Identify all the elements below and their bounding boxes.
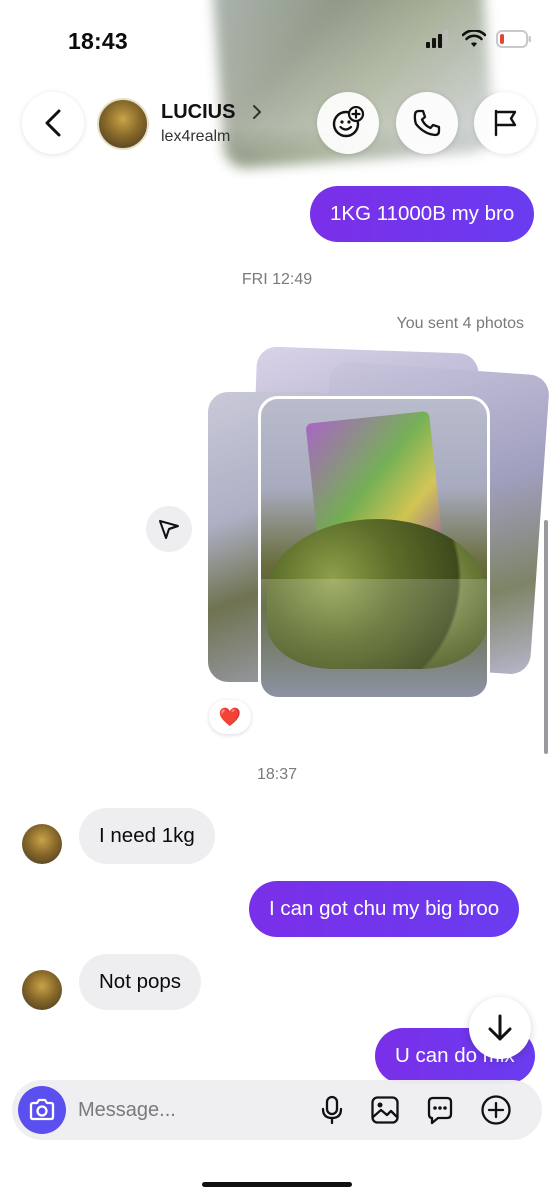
battery-icon bbox=[496, 30, 531, 48]
contact-avatar[interactable] bbox=[97, 98, 149, 150]
share-button[interactable] bbox=[146, 506, 192, 552]
phone-icon bbox=[413, 109, 441, 137]
message-bubble-received[interactable]: Not pops bbox=[79, 954, 202, 1010]
photos-note: You sent 4 photos bbox=[396, 315, 524, 332]
status-time: 18:43 bbox=[68, 28, 128, 54]
image-icon bbox=[371, 1096, 399, 1124]
home-indicator bbox=[202, 1182, 352, 1187]
microphone-icon bbox=[321, 1095, 343, 1125]
heart-reaction[interactable]: ❤️ bbox=[209, 700, 251, 734]
sender-avatar[interactable] bbox=[22, 824, 62, 864]
gallery-button[interactable] bbox=[367, 1092, 403, 1128]
chevron-right-icon[interactable] bbox=[251, 104, 263, 120]
signal-icon bbox=[426, 30, 448, 48]
contact-name[interactable]: LUCIUS bbox=[161, 101, 235, 124]
message-input[interactable] bbox=[78, 1080, 308, 1140]
message-text: I need 1kg bbox=[99, 824, 195, 847]
camera-icon bbox=[29, 1098, 55, 1121]
plus-circle-icon bbox=[481, 1095, 511, 1125]
timestamp: 18:37 bbox=[256, 766, 298, 783]
flag-icon bbox=[494, 109, 517, 137]
face-plus-icon bbox=[332, 106, 365, 138]
sticker-button[interactable] bbox=[422, 1092, 458, 1128]
timestamp: FRI 12:49 bbox=[241, 271, 313, 288]
wifi-icon bbox=[462, 30, 486, 47]
camera-button[interactable] bbox=[18, 1086, 66, 1134]
back-button[interactable] bbox=[22, 92, 84, 154]
message-text: 1KG 11000B my bro bbox=[330, 202, 515, 225]
send-icon bbox=[159, 520, 179, 539]
scroll-to-bottom-button[interactable] bbox=[469, 997, 531, 1059]
message-text: I can got chu my big broo bbox=[269, 897, 500, 920]
scrollbar[interactable] bbox=[544, 520, 548, 754]
photo-attachment-front[interactable] bbox=[258, 396, 490, 700]
call-button[interactable] bbox=[396, 92, 458, 154]
message-bubble-sent[interactable]: 1KG 11000B my bro bbox=[310, 186, 535, 242]
chevron-left-icon bbox=[45, 109, 61, 137]
header-fade bbox=[0, 0, 554, 180]
contact-username[interactable]: lex4realm bbox=[161, 128, 230, 146]
arrow-down-icon bbox=[488, 1014, 512, 1041]
report-button[interactable] bbox=[474, 92, 536, 154]
photo-jar bbox=[261, 579, 487, 697]
message-bubble-sent[interactable]: I can got chu my big broo bbox=[249, 881, 520, 937]
microphone-button[interactable] bbox=[314, 1092, 350, 1128]
more-options-button[interactable] bbox=[478, 1092, 514, 1128]
effects-button[interactable] bbox=[317, 92, 379, 154]
sender-avatar[interactable] bbox=[22, 970, 62, 1010]
status-icons bbox=[426, 30, 532, 48]
message-text: Not pops bbox=[99, 970, 182, 993]
heart-icon: ❤️ bbox=[218, 706, 242, 727]
chat-dots-icon bbox=[427, 1096, 453, 1125]
message-composer bbox=[12, 1080, 542, 1140]
message-bubble-received[interactable]: I need 1kg bbox=[79, 808, 215, 864]
